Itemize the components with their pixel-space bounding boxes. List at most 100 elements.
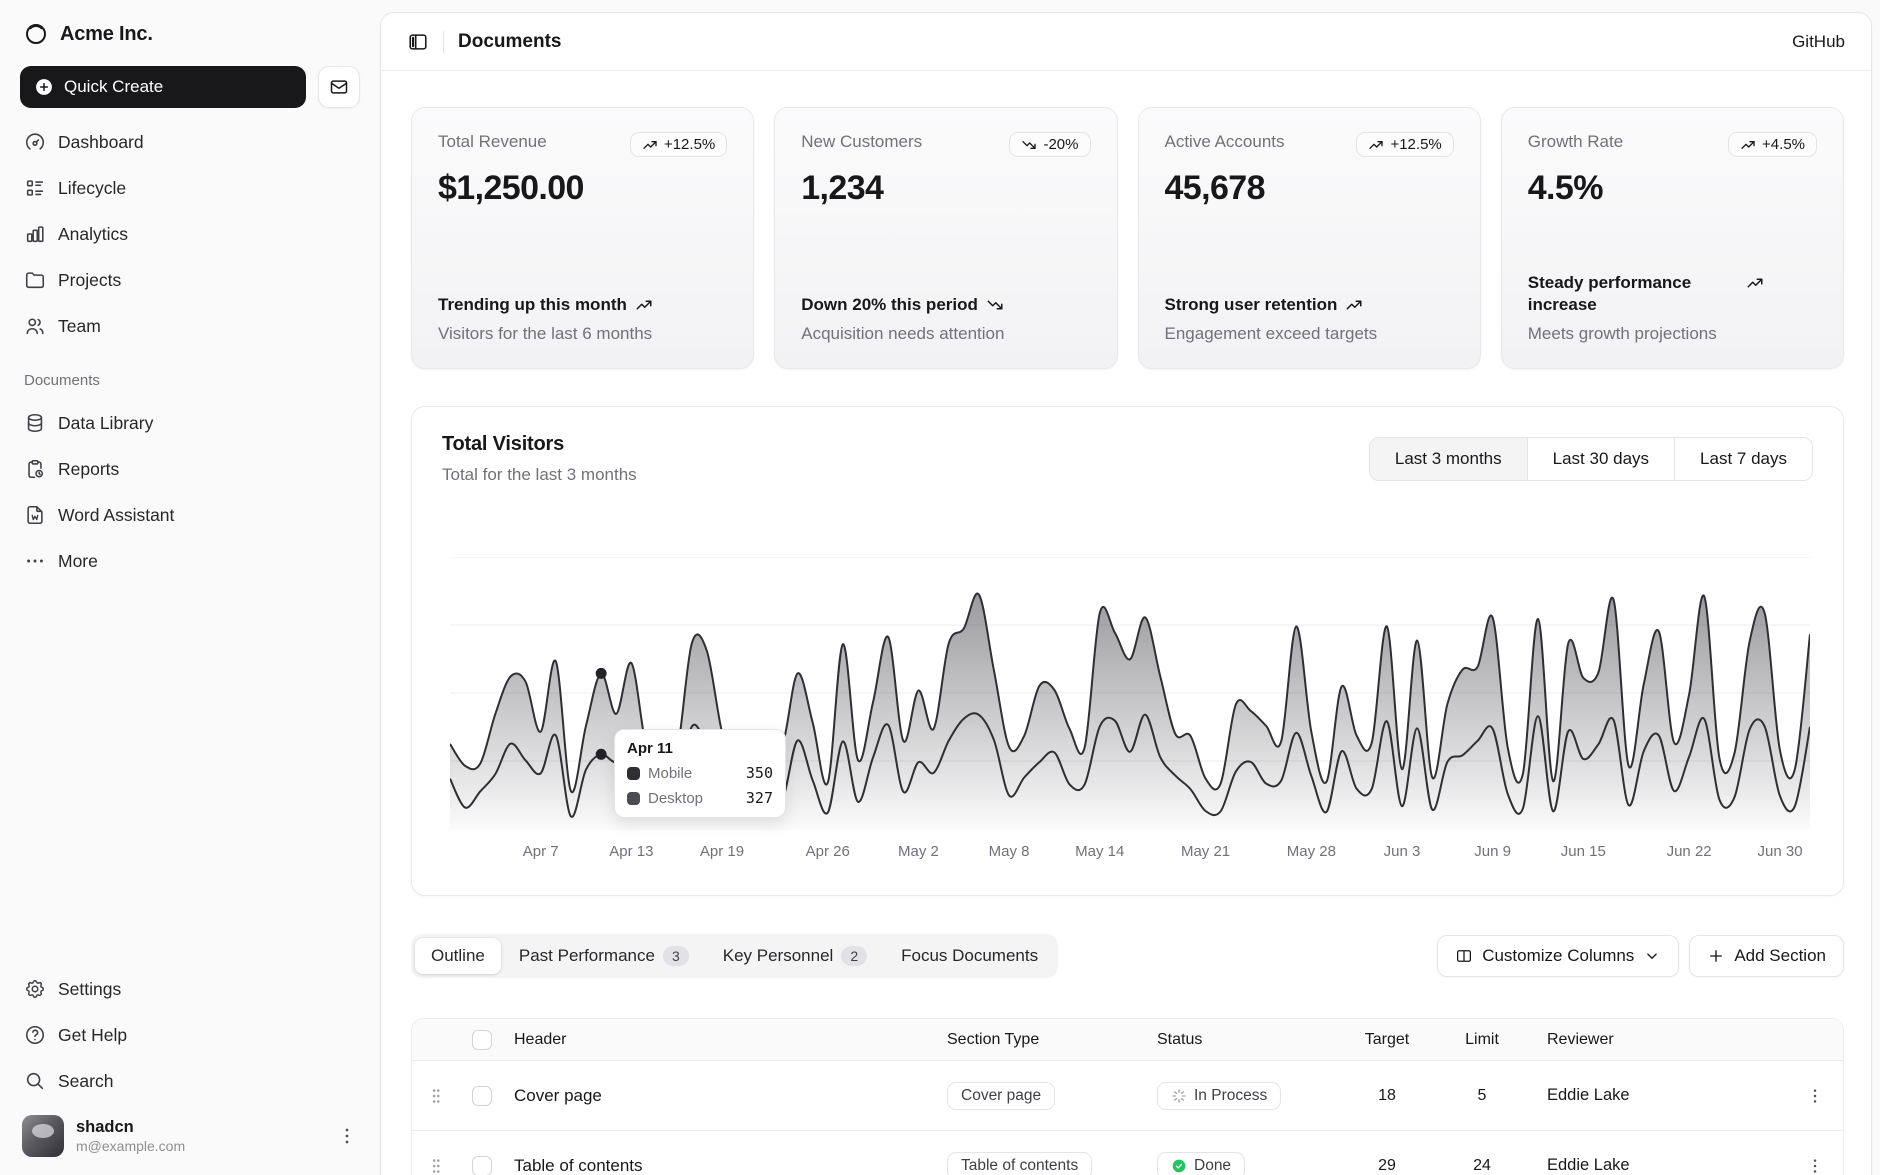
x-tick-label: May 14 (1075, 843, 1124, 860)
range-last-30-days[interactable]: Last 30 days (1527, 438, 1674, 480)
sidebar-item-word-assistant[interactable]: Word Assistant (12, 495, 368, 535)
tab-focus-documents[interactable]: Focus Documents (885, 938, 1054, 974)
stat-value: 45,678 (1165, 169, 1454, 208)
trend-badge: +12.5% (630, 132, 727, 157)
trend-badge: +4.5% (1728, 132, 1817, 157)
sidebar-item-team[interactable]: Team (12, 306, 368, 346)
tab-outline[interactable]: Outline (415, 938, 501, 974)
range-last-7-days[interactable]: Last 7 days (1674, 438, 1812, 480)
x-tick-label: Apr 7 (523, 843, 559, 860)
trending-up-icon (635, 296, 653, 314)
col-target: Target (1347, 1031, 1427, 1049)
mobile-swatch (627, 767, 640, 780)
report-icon (24, 458, 46, 480)
sidebar-item-get-help[interactable]: Get Help (12, 1015, 368, 1055)
github-link[interactable]: GitHub (1792, 32, 1845, 52)
cell-header[interactable]: Cover page (504, 1086, 937, 1106)
mail-icon (329, 77, 349, 97)
cell-header[interactable]: Table of contents (504, 1156, 937, 1175)
user-menu[interactable]: shadcn m@example.com (12, 1105, 368, 1157)
range-last-3-months[interactable]: Last 3 months (1370, 438, 1527, 480)
quick-create-button[interactable]: Quick Create (20, 66, 306, 108)
row-actions-kebab-icon[interactable] (1805, 1086, 1825, 1106)
customize-columns-button[interactable]: Customize Columns (1437, 935, 1679, 977)
col-status: Status (1147, 1031, 1347, 1049)
trending-up-icon (1368, 137, 1384, 153)
file-word-icon (24, 504, 46, 526)
col-header: Header (504, 1031, 937, 1049)
tab-past-performance[interactable]: Past Performance3 (503, 938, 705, 974)
stat-cards: Total Revenue +12.5% $1,250.00 Trending … (411, 107, 1844, 369)
ellipsis-icon (24, 550, 46, 572)
total-visitors-card: Total Visitors Total for the last 3 mont… (411, 406, 1844, 896)
stat-title: New Customers (801, 132, 922, 152)
trending-down-icon (1021, 137, 1037, 153)
status-badge: Done (1157, 1152, 1245, 1175)
main-nav: Dashboard Lifecycle Analytics Projects T… (12, 118, 368, 350)
tab-count-badge: 2 (841, 946, 867, 966)
x-tick-label: Jun 30 (1758, 843, 1803, 860)
x-tick-label: Apr 19 (700, 843, 744, 860)
cell-reviewer[interactable]: Eddie Lake (1537, 1156, 1787, 1175)
trending-up-icon (1740, 137, 1756, 153)
time-range-toggle: Last 3 months Last 30 days Last 7 days (1369, 437, 1813, 481)
sidebar-item-dashboard[interactable]: Dashboard (12, 122, 368, 162)
list-details-icon (24, 177, 46, 199)
tab-key-personnel[interactable]: Key Personnel2 (707, 938, 883, 974)
select-all-checkbox[interactable] (472, 1030, 492, 1050)
visitors-area-chart[interactable]: Apr 7Apr 13Apr 19Apr 26May 2May 8May 14M… (450, 557, 1810, 865)
x-tick-label: Jun 9 (1474, 843, 1511, 860)
plus-circle-icon (34, 77, 54, 97)
sidebar-item-search[interactable]: Search (12, 1061, 368, 1101)
plus-icon (1707, 947, 1725, 965)
sidebar: Acme Inc. Quick Create Dashboard Lifecyc… (0, 0, 380, 1175)
inbox-button[interactable] (318, 66, 360, 108)
cell-target[interactable]: 29 (1347, 1157, 1427, 1175)
table-row: Cover page Cover page In Process 18 5 Ed… (412, 1061, 1843, 1131)
table-row: Table of contents Table of contents Done… (412, 1131, 1843, 1175)
add-section-button[interactable]: Add Section (1689, 935, 1844, 977)
trend-badge: +12.5% (1356, 132, 1453, 157)
brand[interactable]: Acme Inc. (12, 14, 368, 60)
tab-count-badge: 3 (663, 946, 689, 966)
x-axis-labels: Apr 7Apr 13Apr 19Apr 26May 2May 8May 14M… (450, 843, 1810, 865)
sidebar-toggle-button[interactable] (407, 31, 429, 53)
x-tick-label: Jun 22 (1667, 843, 1712, 860)
chart-bar-icon (24, 223, 46, 245)
search-icon (24, 1070, 46, 1092)
user-avatar (22, 1115, 64, 1157)
sidebar-item-lifecycle[interactable]: Lifecycle (12, 168, 368, 208)
stat-value: 4.5% (1528, 169, 1817, 208)
sidebar-item-settings[interactable]: Settings (12, 969, 368, 1009)
main-panel: Documents GitHub Total Revenue +12.5% $1… (380, 12, 1872, 1175)
drag-handle-icon[interactable] (425, 1155, 447, 1175)
desktop-swatch (627, 792, 640, 805)
columns-icon (1455, 947, 1473, 965)
sidebar-item-data-library[interactable]: Data Library (12, 403, 368, 443)
stat-value: 1,234 (801, 169, 1090, 208)
section-type-badge: Cover page (947, 1082, 1055, 1110)
cell-limit[interactable]: 24 (1427, 1157, 1537, 1175)
cell-limit[interactable]: 5 (1427, 1087, 1537, 1105)
chevron-down-icon (1643, 947, 1661, 965)
sidebar-item-reports[interactable]: Reports (12, 449, 368, 489)
drag-handle-icon[interactable] (425, 1085, 447, 1107)
sidebar-item-analytics[interactable]: Analytics (12, 214, 368, 254)
table-header-row: Header Section Type Status Target Limit … (412, 1019, 1843, 1061)
row-checkbox[interactable] (472, 1156, 492, 1175)
stat-value: $1,250.00 (438, 169, 727, 208)
user-menu-kebab-icon[interactable] (336, 1125, 358, 1147)
documents-section-label: Documents (12, 350, 368, 399)
check-circle-icon (1171, 1158, 1187, 1174)
cell-reviewer[interactable]: Eddie Lake (1537, 1086, 1787, 1105)
stat-card-total-revenue: Total Revenue +12.5% $1,250.00 Trending … (411, 107, 754, 369)
cell-target[interactable]: 18 (1347, 1087, 1427, 1105)
trending-up-icon (642, 137, 658, 153)
x-tick-label: May 28 (1287, 843, 1336, 860)
sidebar-item-more[interactable]: More (12, 541, 368, 581)
section-type-badge: Table of contents (947, 1152, 1092, 1175)
row-actions-kebab-icon[interactable] (1805, 1156, 1825, 1175)
x-tick-label: Apr 26 (806, 843, 850, 860)
row-checkbox[interactable] (472, 1086, 492, 1106)
sidebar-item-projects[interactable]: Projects (12, 260, 368, 300)
